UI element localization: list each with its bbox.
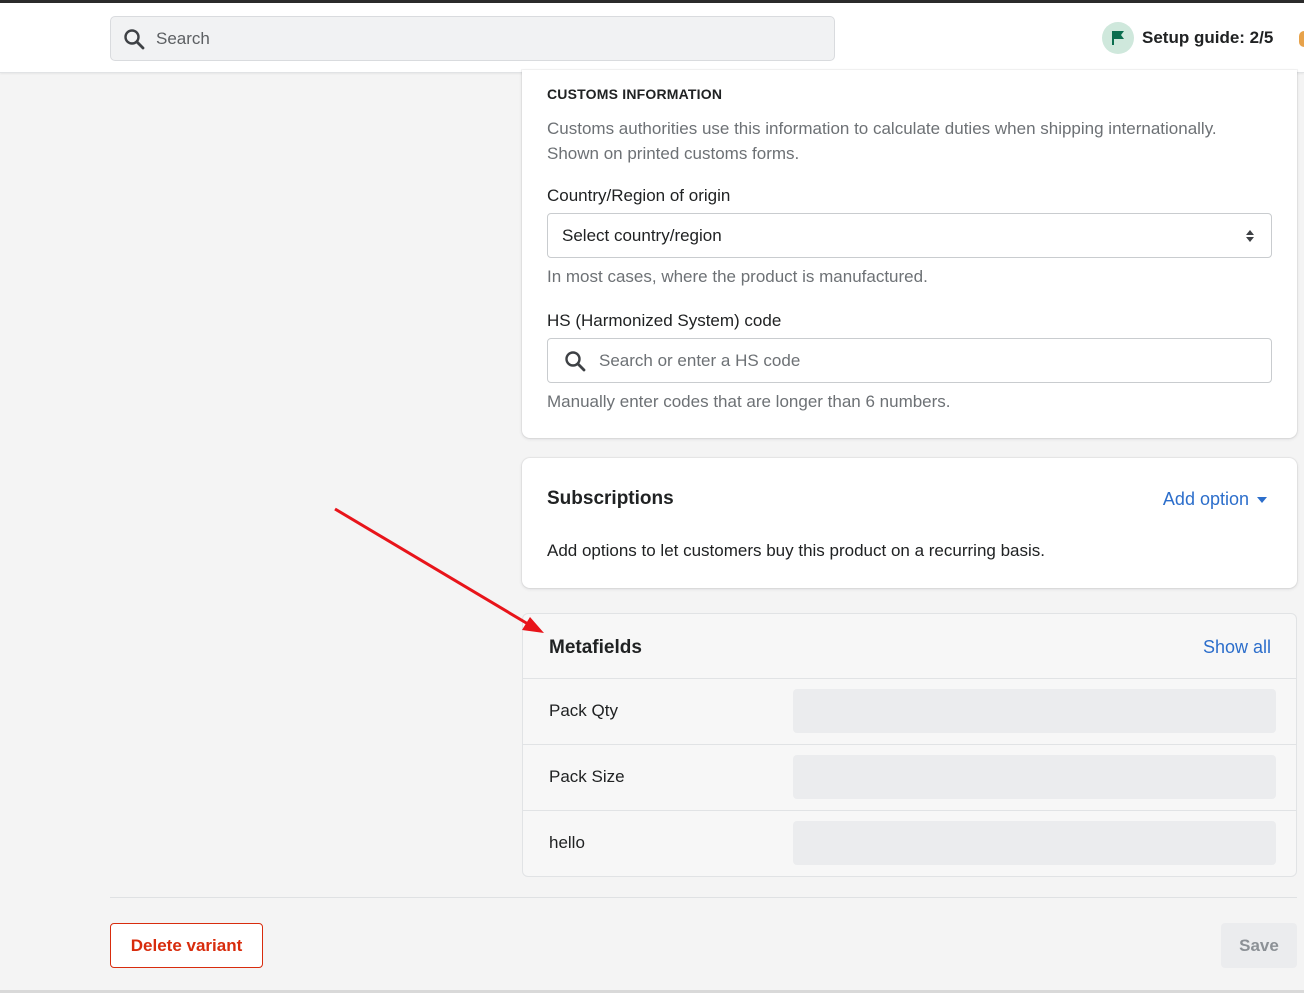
customs-description: Customs authorities use this information… [547, 119, 1217, 163]
subscriptions-card: Subscriptions Add option Add options to … [522, 458, 1297, 588]
hs-code-label: HS (Harmonized System) code [547, 311, 782, 330]
metafield-value-input[interactable] [793, 821, 1276, 865]
country-select-value: Select country/region [562, 225, 722, 245]
select-arrows-icon [1246, 229, 1254, 242]
setup-guide-button[interactable]: Setup guide: 2/5 [1102, 22, 1273, 54]
delete-variant-button[interactable]: Delete variant [110, 923, 263, 968]
metafield-name: Pack Size [549, 767, 625, 786]
subscriptions-title: Subscriptions [547, 488, 674, 509]
country-label: Country/Region of origin [547, 186, 731, 205]
top-bar: Search Setup guide: 2/5 [0, 3, 1304, 73]
search-icon [565, 350, 586, 371]
customs-title: CUSTOMS INFORMATION [547, 86, 723, 102]
hs-code-placeholder: Search or enter a HS code [599, 350, 801, 370]
metafield-name: hello [549, 833, 585, 852]
setup-guide-label: Setup guide: 2/5 [1142, 28, 1274, 47]
search-icon [124, 28, 145, 49]
metafield-row: Pack Qty [523, 678, 1296, 744]
add-option-label: Add option [1162, 489, 1249, 509]
avatar[interactable] [1299, 31, 1304, 47]
caret-down-icon [1257, 496, 1267, 503]
metafield-value-input[interactable] [793, 755, 1276, 799]
metafield-value-input[interactable] [793, 689, 1276, 733]
country-hint: In most cases, where the product is manu… [547, 267, 928, 286]
metafield-row: hello [523, 810, 1296, 876]
country-select[interactable]: Select country/region [547, 213, 1272, 258]
footer-divider [110, 897, 1297, 898]
hs-code-input[interactable]: Search or enter a HS code [547, 338, 1272, 383]
hs-code-hint: Manually enter codes that are longer tha… [547, 392, 951, 411]
customs-information-card: CUSTOMS INFORMATION Customs authorities … [522, 70, 1297, 438]
add-option-button[interactable]: Add option [1163, 489, 1267, 510]
metafields-title: Metafields [549, 637, 642, 658]
save-button[interactable]: Save [1221, 923, 1297, 968]
metafields-card: Metafields Show all Pack Qty Pack Size h… [522, 613, 1297, 877]
flag-icon [1102, 22, 1134, 54]
metafield-row: Pack Size [523, 744, 1296, 810]
show-all-link[interactable]: Show all [1203, 637, 1271, 658]
global-search-input[interactable]: Search [110, 16, 835, 61]
subscriptions-text: Add options to let customers buy this pr… [547, 541, 1045, 560]
search-placeholder: Search [156, 28, 210, 48]
metafield-name: Pack Qty [549, 701, 618, 720]
